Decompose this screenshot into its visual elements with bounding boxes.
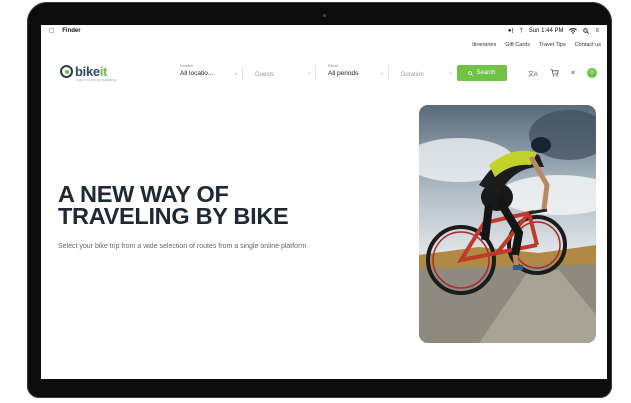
link-itineraries[interactable]: Itineraries xyxy=(472,42,496,48)
search-bar: Location All locatio... ⌄ Guests ⌄ Perio… xyxy=(176,64,507,82)
finder-menu[interactable]: Finder xyxy=(62,28,80,34)
duration-select[interactable]: Duration ⌄ xyxy=(397,64,453,82)
hero-subtitle: Select your bike trip from a wide select… xyxy=(58,243,307,250)
clock[interactable]: Sun 1:44 PM xyxy=(529,28,564,34)
wifi-icon[interactable] xyxy=(569,28,578,34)
logo-text: bikeit xyxy=(75,64,108,79)
menu-bar-status: ●) † Sun 1:44 PM ≡ xyxy=(508,28,599,34)
logo[interactable]: bikeit THE CYCLING EXPERIENCE xyxy=(60,64,116,82)
chevron-down-icon: ⌄ xyxy=(379,70,384,76)
apple-icon[interactable]:  xyxy=(49,28,54,35)
location-value: All locatio... xyxy=(180,70,214,77)
link-contact[interactable]: Contact us xyxy=(575,42,601,48)
user-icon[interactable]: ☺ xyxy=(587,68,597,78)
screen:  Finder ●) † Sun 1:44 PM ≡ Itineraries … xyxy=(41,25,607,379)
logo-tagline: THE CYCLING EXPERIENCE xyxy=(76,78,117,82)
menu-bar:  Finder ●) † Sun 1:44 PM ≡ xyxy=(41,25,607,37)
location-select[interactable]: Location All locatio... ⌄ xyxy=(176,64,238,82)
search-button-label: Search xyxy=(476,70,496,76)
hero-image xyxy=(419,105,596,343)
hero-title: A NEW WAY OF TRAVELING BY BIKE xyxy=(58,181,289,229)
top-links: Itineraries Gift Cards Travel Tips Conta… xyxy=(472,42,601,48)
bluetooth-icon[interactable]: † xyxy=(519,28,522,34)
search-button[interactable]: Search xyxy=(457,65,507,81)
logo-mark-icon xyxy=(60,65,73,78)
cart-icon[interactable] xyxy=(550,69,559,77)
divider xyxy=(242,66,243,80)
duration-value: Duration xyxy=(401,72,424,78)
control-center-icon[interactable]: ≡ xyxy=(595,28,599,34)
chevron-down-icon: ⌄ xyxy=(233,70,238,76)
guests-select[interactable]: Guests ⌄ xyxy=(251,64,311,82)
search-icon xyxy=(468,70,474,76)
period-select[interactable]: Period All periods ⌄ xyxy=(324,64,384,82)
header-icons: 文A ≡ ☺ xyxy=(528,68,597,78)
menu-icon[interactable]: ≡ xyxy=(571,70,575,77)
site-header: bikeit THE CYCLING EXPERIENCE Location A… xyxy=(41,59,607,87)
camera-icon xyxy=(323,14,326,17)
guests-value: Guests xyxy=(255,72,275,78)
translate-icon[interactable]: 文A xyxy=(528,69,538,78)
divider xyxy=(315,66,316,80)
volume-icon[interactable]: ●) xyxy=(508,28,514,34)
chevron-down-icon: ⌄ xyxy=(306,70,311,76)
link-gift-cards[interactable]: Gift Cards xyxy=(505,42,530,48)
link-travel-tips[interactable]: Travel Tips xyxy=(539,42,566,48)
period-value: All periods xyxy=(328,70,359,77)
divider xyxy=(388,66,389,80)
chevron-down-icon: ⌄ xyxy=(448,70,453,76)
spotlight-icon[interactable] xyxy=(583,28,590,34)
